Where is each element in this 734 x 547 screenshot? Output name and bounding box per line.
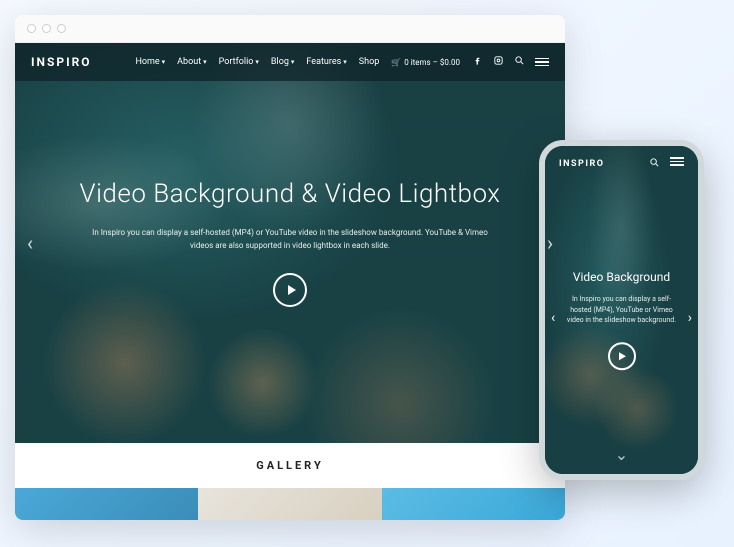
gallery-thumb[interactable] bbox=[382, 488, 565, 520]
chevron-down-icon: ▾ bbox=[162, 58, 166, 66]
social-icons bbox=[472, 55, 549, 69]
nav-features[interactable]: Features▾ bbox=[306, 57, 346, 67]
instagram-icon[interactable] bbox=[493, 55, 504, 69]
phone-header-icons bbox=[649, 157, 684, 171]
nav-portfolio[interactable]: Portfolio▾ bbox=[219, 57, 259, 67]
window-min-dot[interactable] bbox=[42, 24, 51, 33]
prev-arrow-icon[interactable]: ‹ bbox=[27, 231, 33, 255]
nav-blog[interactable]: Blog▾ bbox=[271, 57, 295, 67]
window-max-dot[interactable] bbox=[57, 24, 66, 33]
search-icon[interactable] bbox=[514, 55, 525, 69]
nav-home[interactable]: Home▾ bbox=[135, 57, 165, 67]
search-icon[interactable] bbox=[649, 157, 660, 171]
menu-icon[interactable] bbox=[670, 157, 684, 171]
gallery-thumbs bbox=[15, 488, 565, 520]
play-button[interactable] bbox=[273, 273, 307, 307]
play-button[interactable] bbox=[608, 342, 636, 370]
facebook-icon[interactable] bbox=[472, 55, 483, 69]
main-nav: Home▾ About▾ Portfolio▾ Blog▾ Features▾ … bbox=[135, 55, 549, 69]
hero-section: ‹ › Video Background & Video Lightbox In… bbox=[15, 43, 565, 443]
hero-subtitle: In Inspiro you can display a self-hosted… bbox=[90, 227, 490, 253]
scroll-down-icon[interactable]: ⌄ bbox=[545, 445, 698, 464]
chevron-down-icon: ▾ bbox=[255, 58, 259, 66]
chevron-down-icon: ▾ bbox=[343, 58, 347, 66]
phone-header: INSPIRO bbox=[545, 146, 698, 182]
gallery-heading: GALLERY bbox=[15, 443, 565, 488]
browser-window: INSPIRO Home▾ About▾ Portfolio▾ Blog▾ Fe… bbox=[15, 15, 565, 520]
site-viewport: INSPIRO Home▾ About▾ Portfolio▾ Blog▾ Fe… bbox=[15, 43, 565, 520]
gallery-thumb[interactable] bbox=[198, 488, 381, 520]
phone-hero: Video Background In Inspiro you can disp… bbox=[545, 270, 698, 370]
nav-about[interactable]: About▾ bbox=[177, 57, 206, 67]
cart-icon: 🛒 bbox=[391, 58, 401, 67]
phone-screen: INSPIRO ‹ › Video Background In Inspiro … bbox=[545, 146, 698, 474]
nav-shop[interactable]: Shop bbox=[359, 57, 380, 67]
phone-logo[interactable]: INSPIRO bbox=[559, 159, 604, 169]
next-arrow-icon[interactable]: › bbox=[547, 231, 553, 255]
window-close-dot[interactable] bbox=[27, 24, 36, 33]
cart-link[interactable]: 🛒0 items – $0.00 bbox=[391, 58, 460, 67]
chevron-down-icon: ▾ bbox=[203, 58, 207, 66]
gallery-thumb[interactable] bbox=[15, 488, 198, 520]
browser-titlebar bbox=[15, 15, 565, 43]
chevron-down-icon: ▾ bbox=[291, 58, 295, 66]
menu-icon[interactable] bbox=[535, 58, 549, 67]
phone-hero-subtitle: In Inspiro you can display a self-hosted… bbox=[563, 294, 680, 326]
site-logo[interactable]: INSPIRO bbox=[31, 55, 92, 69]
next-arrow-icon[interactable]: › bbox=[688, 310, 692, 326]
prev-arrow-icon[interactable]: ‹ bbox=[551, 310, 555, 326]
phone-hero-title: Video Background bbox=[563, 270, 680, 284]
hero-title: Video Background & Video Lightbox bbox=[80, 179, 501, 209]
phone-mockup: INSPIRO ‹ › Video Background In Inspiro … bbox=[539, 140, 704, 480]
site-header: INSPIRO Home▾ About▾ Portfolio▾ Blog▾ Fe… bbox=[15, 43, 565, 81]
